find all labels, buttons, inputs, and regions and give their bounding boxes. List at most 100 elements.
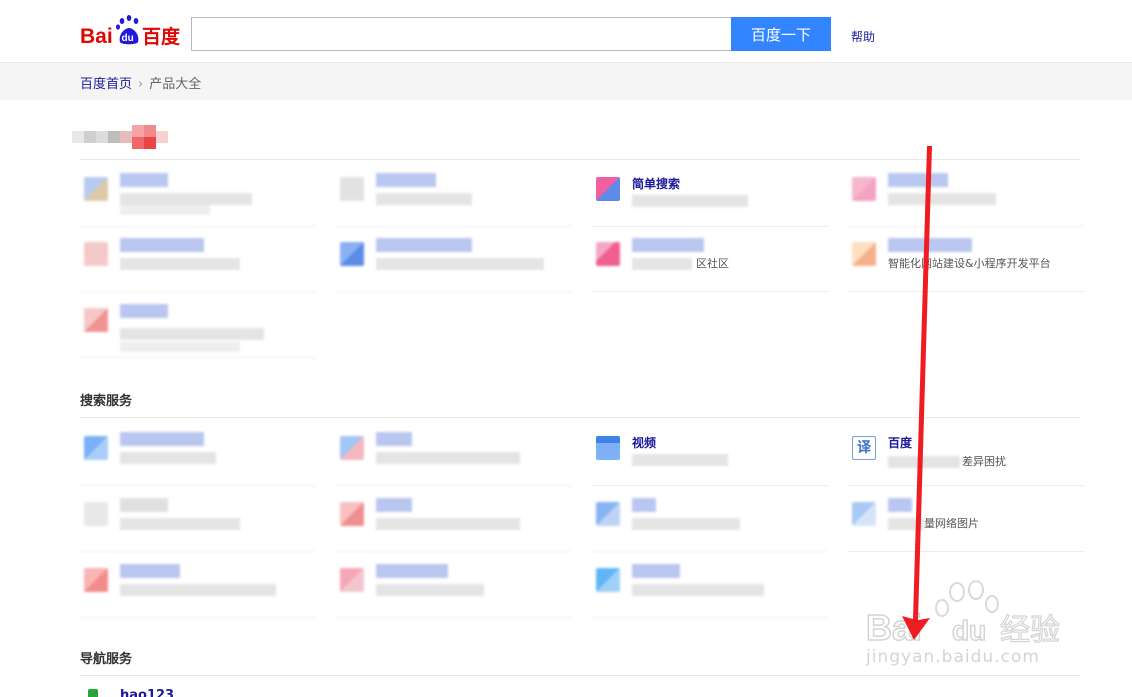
chevron-right-icon: ›	[138, 77, 144, 92]
product-desc-line	[120, 205, 210, 215]
section-title-nav: 导航服务	[80, 652, 133, 667]
section-divider	[80, 675, 1080, 676]
product-icon	[596, 242, 620, 266]
product-desc	[632, 195, 748, 207]
product-name: hao123	[120, 688, 175, 697]
hao123-icon	[88, 689, 98, 697]
product-name	[120, 238, 204, 252]
product-desc	[376, 584, 484, 596]
product-desc	[632, 454, 728, 466]
list-item[interactable]	[80, 296, 316, 358]
product-name	[120, 173, 168, 187]
breadcrumb-current: 产品大全	[149, 77, 202, 92]
product-icon	[340, 177, 364, 201]
product-desc-visible: 区社区	[696, 258, 729, 270]
list-item[interactable]: 区社区	[592, 230, 828, 292]
search-button[interactable]: 百度一下	[731, 17, 831, 51]
product-name	[376, 432, 412, 446]
product-desc	[888, 193, 996, 205]
product-icon	[84, 242, 108, 266]
product-desc-visible: 量网络图片	[924, 518, 979, 530]
baidu-paw-logo-icon: Bai du 百度	[80, 15, 181, 48]
list-item[interactable]	[336, 490, 572, 552]
product-name	[888, 498, 912, 512]
breadcrumb: 百度首页 › 产品大全	[80, 73, 201, 92]
list-item[interactable]	[336, 230, 572, 292]
list-item[interactable]: 量网络图片	[848, 490, 1084, 552]
list-item[interactable]: hao123	[88, 686, 188, 697]
product-desc-visible: 差异困扰	[962, 456, 1006, 468]
product-icon	[596, 502, 620, 526]
product-icon	[340, 436, 364, 460]
product-name	[120, 564, 180, 578]
product-icon	[852, 242, 876, 266]
product-desc	[376, 518, 520, 530]
list-item[interactable]	[336, 424, 572, 486]
product-icon	[84, 177, 108, 201]
list-item[interactable]	[80, 230, 316, 292]
svg-text:经验: 经验	[1000, 613, 1060, 648]
list-item[interactable]	[592, 556, 828, 618]
list-item[interactable]: 智能化网站建设&小程序开发平台	[848, 230, 1084, 292]
product-icon	[340, 242, 364, 266]
product-icon	[84, 502, 108, 526]
product-icon	[84, 308, 108, 332]
product-desc	[888, 518, 924, 530]
list-item[interactable]	[592, 490, 828, 552]
product-desc	[376, 193, 472, 205]
section-title-pixelated	[72, 125, 168, 149]
product-icon	[84, 436, 108, 460]
section-divider	[80, 417, 1080, 418]
product-icon	[852, 502, 876, 526]
product-name	[632, 238, 704, 252]
product-desc	[632, 584, 764, 596]
list-item[interactable]: 译 百度 差异困扰	[848, 424, 1084, 486]
svg-text:Bai: Bai	[866, 607, 922, 648]
product-name	[632, 564, 680, 578]
watermark-url: jingyan.baidu.com	[866, 647, 1040, 667]
section-title-search: 搜索服务	[80, 394, 133, 409]
product-icon	[852, 177, 876, 201]
product-name: 视频	[632, 436, 657, 450]
svg-text:Bai: Bai	[80, 25, 113, 48]
list-item[interactable]	[80, 556, 316, 618]
breadcrumb-bar: 百度首页 › 产品大全	[0, 62, 1132, 100]
product-name	[888, 238, 972, 252]
list-item[interactable]: 简单搜索	[592, 165, 828, 227]
svg-text:du: du	[122, 33, 134, 44]
product-icon	[340, 568, 364, 592]
list-item[interactable]	[80, 490, 316, 552]
search-input[interactable]	[191, 17, 732, 51]
list-item[interactable]	[80, 165, 316, 227]
list-item[interactable]	[336, 556, 572, 618]
product-name	[376, 173, 436, 187]
product-desc	[120, 193, 252, 205]
svg-text:du: du	[952, 615, 986, 646]
product-name	[120, 304, 168, 318]
product-icon	[84, 568, 108, 592]
product-desc: 智能化网站建设&小程序开发平台	[888, 258, 1051, 270]
svg-text:百度: 百度	[142, 25, 181, 48]
list-item[interactable]	[336, 165, 572, 227]
product-desc	[120, 452, 216, 464]
list-item[interactable]	[80, 424, 316, 486]
video-icon	[596, 436, 620, 460]
product-name	[376, 498, 412, 512]
header: Bai du 百度 百度一下 帮助	[0, 0, 1132, 62]
product-icon	[596, 568, 620, 592]
baidu-logo[interactable]: Bai du 百度	[80, 12, 184, 50]
product-name: 百度	[888, 436, 913, 450]
list-item[interactable]: 视频	[592, 424, 828, 486]
simple-search-icon	[596, 177, 620, 201]
product-name	[376, 238, 472, 252]
product-name	[888, 173, 948, 187]
product-name	[632, 498, 656, 512]
product-desc	[888, 456, 960, 468]
product-desc	[120, 258, 240, 270]
product-name	[376, 564, 448, 578]
list-item[interactable]	[848, 165, 1084, 227]
product-desc-line	[120, 342, 240, 352]
help-link[interactable]: 帮助	[851, 28, 875, 45]
product-name	[120, 498, 168, 512]
breadcrumb-home-link[interactable]: 百度首页	[80, 77, 132, 92]
